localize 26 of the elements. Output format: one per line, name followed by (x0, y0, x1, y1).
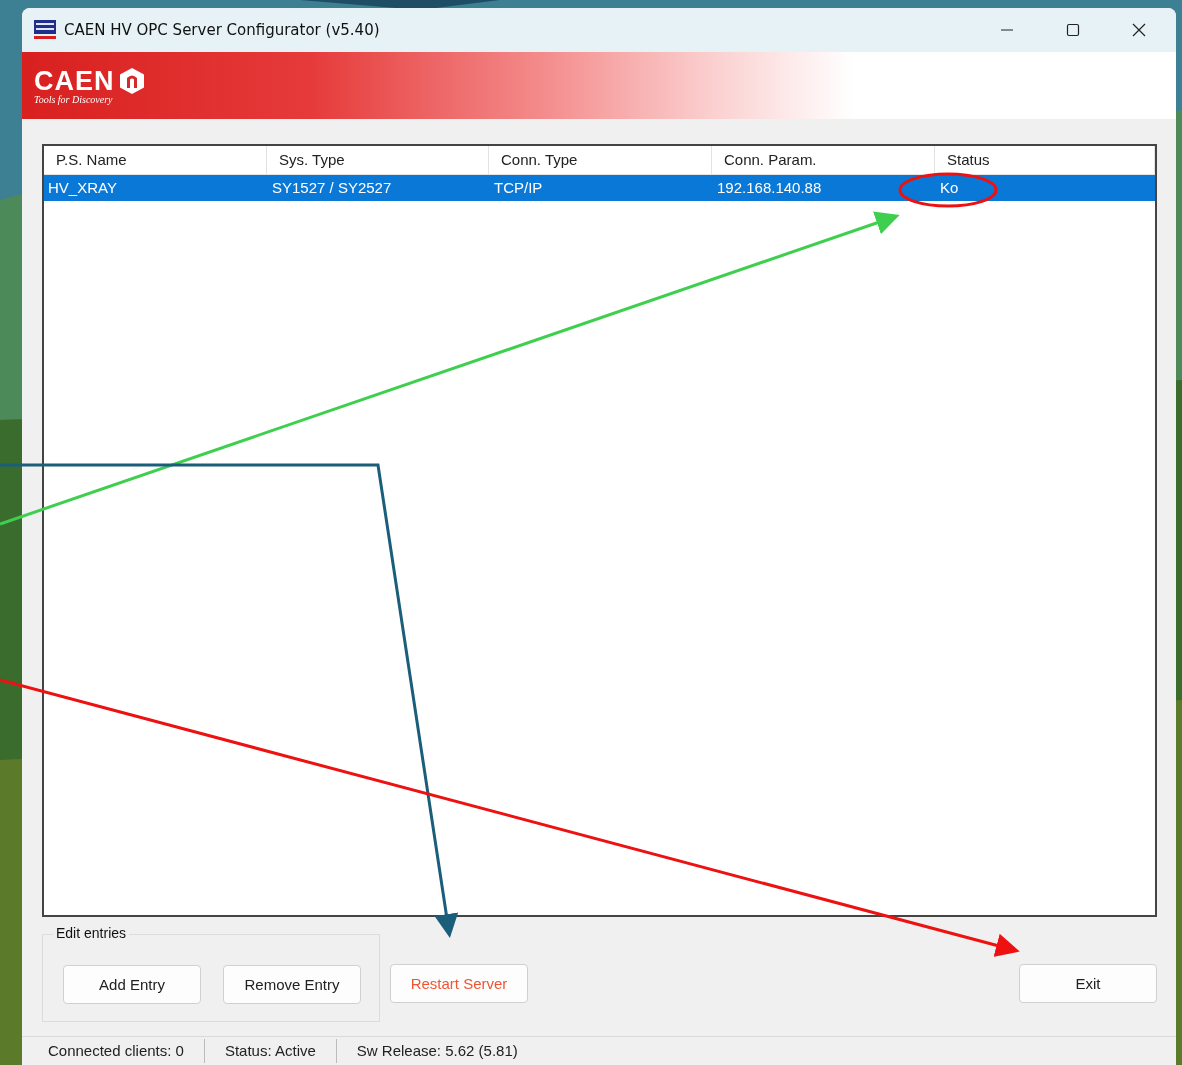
status-text: Status: Active (224, 1039, 337, 1063)
entry-button[interactable]: Remove Entry (223, 965, 361, 1004)
logo-text: CAEN (34, 66, 115, 95)
status-text: Sw Release: 5.62 (5.81) (356, 1041, 519, 1061)
table-cell-text: Ko (939, 178, 960, 198)
column-header[interactable]: Sys. Type (267, 146, 489, 174)
app-icon (34, 20, 56, 40)
column-header[interactable]: P.S. Name (44, 146, 267, 174)
exit-button[interactable]: Exit (1019, 964, 1157, 1003)
table-row[interactable]: HV_XRAY SY1527 / SY2527 TCP/IP 192.168.140.88 Ko (44, 175, 1155, 201)
table-cell-text: SY1527 / SY2527 (271, 178, 393, 198)
column-header[interactable]: Conn. Type (489, 146, 712, 174)
table-cell-text: TCP/IP (493, 178, 544, 198)
maximize-icon[interactable] (1066, 23, 1080, 37)
column-header[interactable]: Conn. Param. (712, 146, 935, 174)
table-cell-text: HV_XRAY (47, 178, 118, 198)
group-label: Edit entries (53, 925, 130, 941)
logo-tagline: Tools for Discovery (34, 94, 114, 105)
table-cell-text: 192.168.140.88 (716, 178, 823, 198)
column-header[interactable]: Status (935, 146, 1155, 174)
status-text: Connected clients: 0 (48, 1039, 205, 1063)
window-title: CAEN HV OPC Server Configurator (v5.40) (64, 21, 380, 39)
hexagon-logo-icon (118, 66, 145, 95)
entry-button[interactable]: Add Entry (63, 965, 201, 1004)
restart-server-button[interactable]: Restart Server (390, 964, 528, 1003)
close-icon[interactable] (1132, 23, 1146, 37)
